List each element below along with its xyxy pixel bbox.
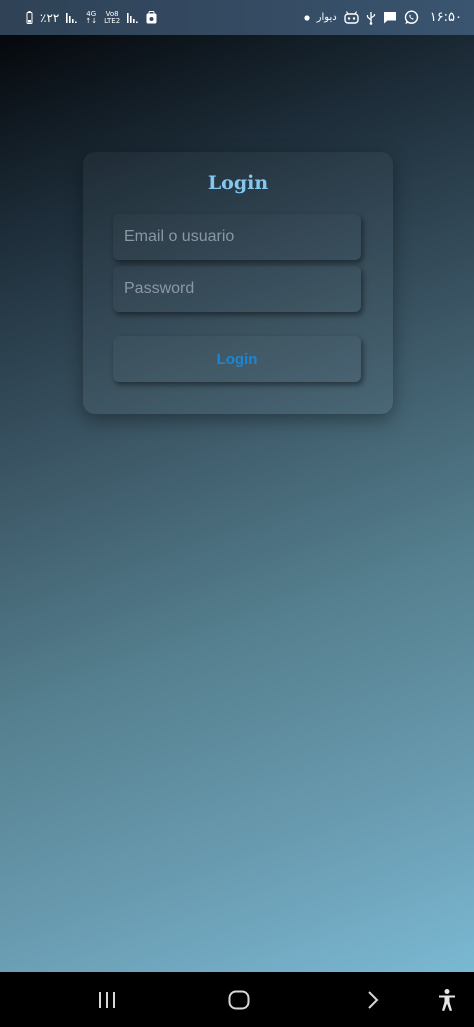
volte-label-bottom: LTE2 <box>104 16 121 25</box>
whatsapp-icon <box>404 10 419 25</box>
network-4g-indicator: 4G ↑↓ <box>85 10 98 25</box>
login-card: Login Login <box>83 152 393 414</box>
accessibility-icon <box>437 988 457 1012</box>
home-icon <box>228 990 250 1010</box>
status-bar: ٪۲۲ 4G ↑↓ Vo8 LTE2 دیوار ۱۶:۵۰ <box>0 0 474 35</box>
home-button[interactable] <box>214 972 264 1027</box>
network-arrows: ↑↓ <box>85 16 98 25</box>
email-field-container <box>113 214 361 260</box>
password-field-container <box>113 266 361 312</box>
status-time: ۱۶:۵۰ <box>429 10 462 25</box>
status-bar-left: ٪۲۲ 4G ↑↓ Vo8 LTE2 <box>26 10 157 25</box>
volte-indicator: Vo8 LTE2 <box>104 10 121 25</box>
password-input[interactable] <box>124 280 350 298</box>
back-button[interactable] <box>348 972 398 1027</box>
email-input[interactable] <box>124 228 350 246</box>
dot-indicator-icon <box>304 14 310 21</box>
recent-apps-icon <box>97 991 117 1009</box>
back-icon <box>366 990 380 1010</box>
robot-icon <box>343 11 359 24</box>
status-bar-right: دیوار ۱۶:۵۰ <box>304 10 462 25</box>
notification-app-icon <box>146 11 157 24</box>
battery-percent: ٪۲۲ <box>40 10 60 25</box>
signal-icon-2 <box>127 12 139 24</box>
app-background: Login Login <box>0 35 474 972</box>
battery-icon <box>26 11 33 24</box>
login-button[interactable]: Login <box>113 336 361 382</box>
login-title: Login <box>207 172 269 194</box>
navigation-bar <box>0 972 474 1027</box>
signal-icon <box>66 12 78 24</box>
usb-icon <box>366 11 376 25</box>
app-notification-label: دیوار <box>316 12 337 23</box>
message-icon <box>383 11 397 24</box>
accessibility-button[interactable] <box>422 972 472 1027</box>
recent-apps-button[interactable] <box>82 972 132 1027</box>
